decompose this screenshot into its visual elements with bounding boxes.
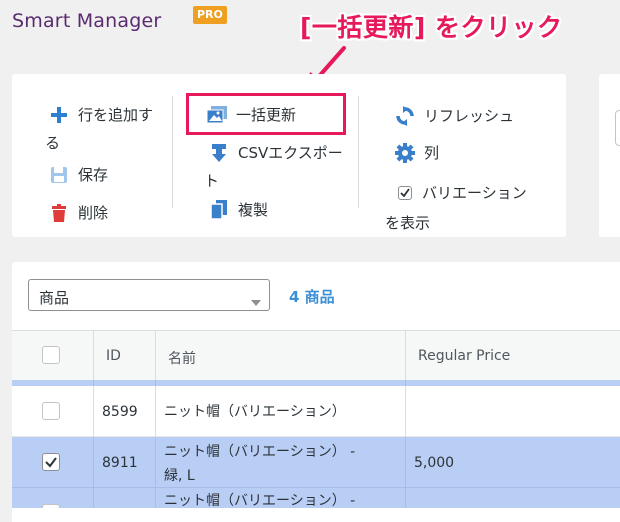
show-variations-label: バリエーション xyxy=(422,184,527,202)
add-row-label: 行を追加す xyxy=(78,106,154,124)
plus-icon xyxy=(48,105,70,125)
row-name: ニット帽（バリエーション） - xyxy=(164,444,356,460)
bulk-edit-icon xyxy=(206,105,228,125)
add-row-button[interactable]: 行を追加す xyxy=(48,104,153,125)
post-type-select-value: 商品 xyxy=(39,289,70,307)
row-id-cell[interactable]: 8599 xyxy=(94,386,156,436)
delete-label: 削除 xyxy=(78,204,109,222)
row-checkbox[interactable] xyxy=(42,504,60,508)
row-id: 8911 xyxy=(102,455,138,471)
header-regular-price[interactable]: Regular Price xyxy=(406,331,620,381)
show-variations-toggle[interactable]: バリエーション xyxy=(398,182,527,203)
header-name-label: 名前 xyxy=(168,351,196,367)
row-id: 8599 xyxy=(102,404,138,420)
trash-icon xyxy=(48,203,70,223)
header-name[interactable]: 名前 xyxy=(156,331,406,381)
csv-export-label: CSVエクスポー xyxy=(238,144,343,162)
table-row[interactable]: ニット帽（バリエーション） - xyxy=(12,488,620,508)
row-price-cell[interactable] xyxy=(406,488,620,508)
caret-down-icon xyxy=(251,292,261,310)
show-variations-label-wrap: を表示 xyxy=(385,214,431,232)
header-regular-price-label: Regular Price xyxy=(418,348,511,364)
row-price-cell[interactable]: 5,000 xyxy=(406,437,620,487)
post-type-select[interactable]: 商品 xyxy=(28,279,270,311)
row-name-cell[interactable]: ニット帽（バリエーション） - xyxy=(156,488,406,508)
columns-label: 列 xyxy=(424,144,440,162)
save-icon xyxy=(48,165,70,185)
row-name-cell[interactable]: ニット帽（バリエーション） xyxy=(156,386,406,436)
header-id[interactable]: ID xyxy=(94,331,156,381)
pro-badge: PRO xyxy=(193,6,227,24)
gear-icon xyxy=(394,142,416,163)
row-id-cell[interactable] xyxy=(94,488,156,508)
show-variations-checkbox[interactable] xyxy=(398,185,412,200)
toolbar-divider xyxy=(172,96,173,208)
save-button[interactable]: 保存 xyxy=(48,164,108,185)
toolbar-right-panel xyxy=(599,74,620,237)
duplicate-label: 複製 xyxy=(238,201,269,219)
header-id-label: ID xyxy=(106,348,121,364)
header-select-all-cell xyxy=(12,331,94,381)
csv-export-label-wrap: ト xyxy=(204,172,220,190)
data-grid: ID 名前 Regular Price 8599 ニット帽（バリエーション） 8… xyxy=(12,330,620,508)
csv-export-button[interactable]: CSVエクスポー xyxy=(208,142,343,163)
row-name: ニット帽（バリエーション） - xyxy=(164,493,356,508)
refresh-label: リフレッシュ xyxy=(424,107,515,125)
save-label: 保存 xyxy=(78,166,109,184)
row-checkbox[interactable] xyxy=(42,402,60,420)
row-price-cell[interactable] xyxy=(406,386,620,436)
row-checkbox[interactable] xyxy=(42,453,60,471)
add-row-label-wrap: る xyxy=(45,134,61,152)
bulk-edit-button[interactable]: 一括更新 xyxy=(206,104,296,125)
row-name: ニット帽（バリエーション） xyxy=(164,404,346,420)
refresh-button[interactable]: リフレッシュ xyxy=(394,105,514,126)
bulk-edit-label: 一括更新 xyxy=(236,106,297,124)
refresh-icon xyxy=(394,105,416,126)
table-row[interactable]: 8599 ニット帽（バリエーション） xyxy=(12,386,620,437)
columns-button[interactable]: 列 xyxy=(394,142,439,163)
row-name-wrap: 緑, L xyxy=(164,468,195,484)
copy-icon xyxy=(208,199,230,220)
duplicate-button[interactable]: 複製 xyxy=(208,199,268,220)
delete-button[interactable]: 削除 xyxy=(48,202,108,223)
row-name-cell[interactable]: ニット帽（バリエーション） - 緑, L xyxy=(156,437,406,487)
select-all-checkbox[interactable] xyxy=(42,346,60,364)
row-id-cell[interactable]: 8911 xyxy=(94,437,156,487)
row-price: 5,000 xyxy=(414,455,455,471)
annotation-callout: [一括更新] をクリック xyxy=(300,13,563,42)
download-icon xyxy=(208,143,230,163)
toolbar-divider xyxy=(358,96,359,208)
app-title: Smart Manager xyxy=(12,10,162,32)
table-row[interactable]: 8911 ニット帽（バリエーション） - 緑, L 5,000 xyxy=(12,437,620,488)
table-header: ID 名前 Regular Price xyxy=(12,330,620,382)
record-count: 4 商品 xyxy=(289,288,335,306)
